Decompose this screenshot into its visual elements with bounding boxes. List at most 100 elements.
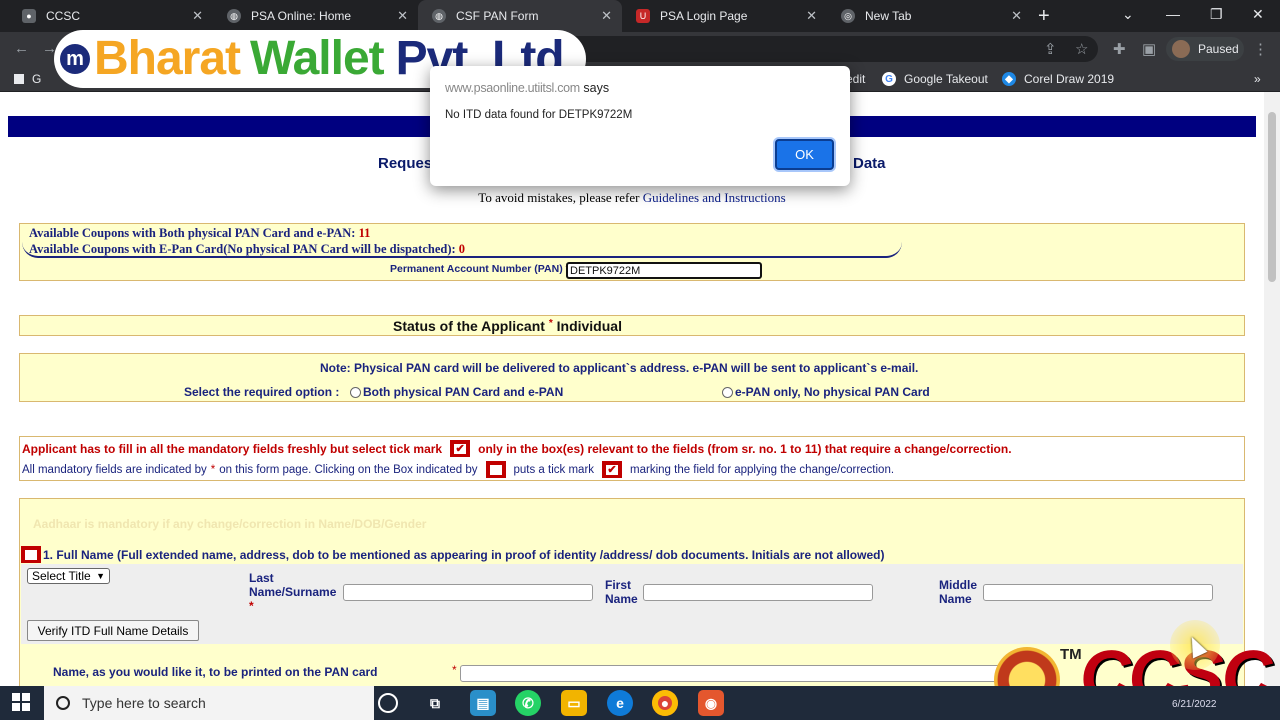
option-epan-radio[interactable]: e-PAN only, No physical PAN Card <box>722 385 930 399</box>
tab-psa-online-home[interactable]: ◍ PSA Online: Home ✕ <box>213 0 418 32</box>
middle-name-label: Middle Name <box>939 578 977 606</box>
bookmark-google-takeout[interactable]: G Google Takeout <box>882 72 988 86</box>
first-name-label-line1: First <box>605 578 632 592</box>
required-star: * <box>249 599 254 613</box>
option-both-label: Both physical PAN Card and e-PAN <box>363 385 564 399</box>
delivery-note-panel: Note: Physical PAN card will be delivere… <box>19 353 1245 402</box>
checked-box-icon: ✔ <box>602 461 623 478</box>
tab-label: PSA Online: Home <box>251 9 352 23</box>
close-tab-icon[interactable]: ✕ <box>192 8 203 24</box>
utiitsl-icon: U <box>636 9 650 23</box>
back-arrow-icon[interactable]: ← <box>14 40 29 57</box>
empty-box-icon <box>485 461 506 478</box>
bookmark-corel-draw[interactable]: ◆ Corel Draw 2019 <box>1002 72 1114 86</box>
title-select-value: Select Title <box>32 569 91 583</box>
trademark-label: TM <box>1060 646 1082 663</box>
middle-name-label-line2: Name <box>939 592 972 606</box>
delivery-note: Note: Physical PAN card will be delivere… <box>320 361 919 375</box>
middle-name-input[interactable] <box>983 584 1213 601</box>
side-panel-icon[interactable]: ▣ <box>1142 40 1156 58</box>
brand-word-1: Bharat <box>94 32 241 85</box>
tab-ccsc[interactable]: ● CCSC ✕ <box>8 0 213 32</box>
scrollbar-thumb[interactable] <box>1268 112 1276 282</box>
full-name-heading: 1. Full Name (Full extended name, addres… <box>21 546 884 563</box>
taskbar-search-box[interactable]: Type here to search <box>44 686 374 720</box>
guidelines-link[interactable]: Guidelines and Instructions <box>643 190 786 205</box>
last-name-input[interactable] <box>343 584 593 601</box>
chevron-down-icon: ▼ <box>96 571 105 581</box>
tab-label: New Tab <box>865 9 912 23</box>
print-name-input[interactable] <box>460 665 1020 682</box>
option-both-radio[interactable]: Both physical PAN Card and e-PAN <box>350 385 563 399</box>
chrome-icon[interactable]: ● <box>652 690 678 716</box>
brand-word-2: Wallet <box>250 32 385 85</box>
new-tab-plus-icon[interactable]: + <box>1038 5 1050 28</box>
radio-icon[interactable] <box>350 386 361 398</box>
ok-button[interactable]: OK <box>775 139 834 170</box>
close-tab-icon[interactable]: ✕ <box>806 8 817 24</box>
required-star: * <box>548 318 553 329</box>
whatsapp-icon[interactable]: ✆ <box>515 690 541 716</box>
first-name-label: First Name <box>605 578 638 606</box>
aadhaar-note: Aadhaar is mandatory if any change/corre… <box>33 517 427 531</box>
required-star: * <box>210 463 216 476</box>
page-title-right: Data <box>853 155 886 172</box>
tab-psa-login-page[interactable]: U PSA Login Page ✕ <box>622 0 827 32</box>
task-view-icon[interactable]: ⧉ <box>422 690 448 716</box>
close-window-icon[interactable]: ✕ <box>1252 6 1264 23</box>
minimize-icon[interactable]: — <box>1166 6 1180 22</box>
required-star: * <box>452 663 457 677</box>
share-icon[interactable]: ⇪ <box>1044 40 1057 58</box>
close-tab-icon[interactable]: ✕ <box>1011 8 1022 24</box>
tab-csf-pan-form[interactable]: ◍ CSF PAN Form ✕ <box>418 0 622 32</box>
bookmarks-overflow-icon[interactable]: » <box>1254 72 1261 86</box>
edge-icon[interactable]: e <box>607 690 633 716</box>
profile-button[interactable]: Paused <box>1166 37 1244 61</box>
middle-name-label-line1: Middle <box>939 578 977 592</box>
full-name-checkbox[interactable] <box>21 546 41 563</box>
tab-new-tab[interactable]: ◎ New Tab ✕ <box>827 0 1032 32</box>
globe-icon: ◍ <box>432 9 446 23</box>
coupons-epan-value: 0 <box>458 242 466 256</box>
page-scrollbar[interactable] <box>1264 92 1280 686</box>
profile-status-label: Paused <box>1198 42 1239 56</box>
status-label: Status of the Applicant <box>393 318 545 334</box>
checked-box-icon: ✔ <box>450 440 471 457</box>
apps-grid-icon <box>14 74 24 84</box>
dialog-origin-host: www.psaonline.utiitsl.com <box>445 81 580 95</box>
dialog-origin: www.psaonline.utiitsl.com says <box>445 81 609 95</box>
status-value: Individual <box>556 318 622 334</box>
corel-draw-icon: ◆ <box>1002 72 1016 86</box>
tab-search-chevron-icon[interactable]: ⌄ <box>1122 6 1134 23</box>
coupons-panel: Available Coupons with Both physical PAN… <box>19 223 1245 281</box>
bookmark-star-icon[interactable]: ☆ <box>1075 40 1088 58</box>
pan-input[interactable] <box>566 262 762 279</box>
last-name-label: Last Name/Surname * <box>249 571 336 613</box>
file-explorer-icon[interactable]: ▭ <box>561 690 587 716</box>
title-select[interactable]: Select Title ▼ <box>27 568 110 584</box>
coupons-both-value: 11 <box>358 226 371 240</box>
print-name-label: Name, as you would like it, to be printe… <box>53 665 378 679</box>
cortana-icon[interactable] <box>378 693 398 713</box>
maximize-icon[interactable]: ❐ <box>1210 6 1223 23</box>
full-name-label: 1. Full Name (Full extended name, addres… <box>43 547 885 562</box>
close-tab-icon[interactable]: ✕ <box>397 8 408 24</box>
extensions-puzzle-icon[interactable]: ✚ <box>1113 40 1126 58</box>
app-icon[interactable]: ▤ <box>470 690 496 716</box>
first-name-input[interactable] <box>643 584 873 601</box>
alert-dialog: www.psaonline.utiitsl.com says No ITD da… <box>430 66 850 186</box>
select-option-label: Select the required option : <box>184 385 340 399</box>
pan-label: Permanent Account Number (PAN) * <box>390 263 570 275</box>
coupons-both-label: Available Coupons with Both physical PAN… <box>29 226 356 240</box>
browser-menu-icon[interactable]: ⋮ <box>1253 40 1268 58</box>
mand-text-2: on this form page. Clicking on the Box i… <box>219 463 478 476</box>
verify-itd-full-name-button[interactable]: Verify ITD Full Name Details <box>27 620 199 641</box>
chrome-icon: ◎ <box>841 9 855 23</box>
recording-app-icon[interactable]: ◉ <box>698 690 724 716</box>
radio-icon[interactable] <box>722 386 733 398</box>
close-tab-icon[interactable]: ✕ <box>601 8 612 24</box>
first-name-label-line2: Name <box>605 592 638 606</box>
bookmark-apps[interactable]: G <box>14 72 41 86</box>
browser-tab-strip: ● CCSC ✕ ◍ PSA Online: Home ✕ ◍ CSF PAN … <box>0 0 1280 32</box>
windows-start-icon[interactable] <box>12 693 30 711</box>
